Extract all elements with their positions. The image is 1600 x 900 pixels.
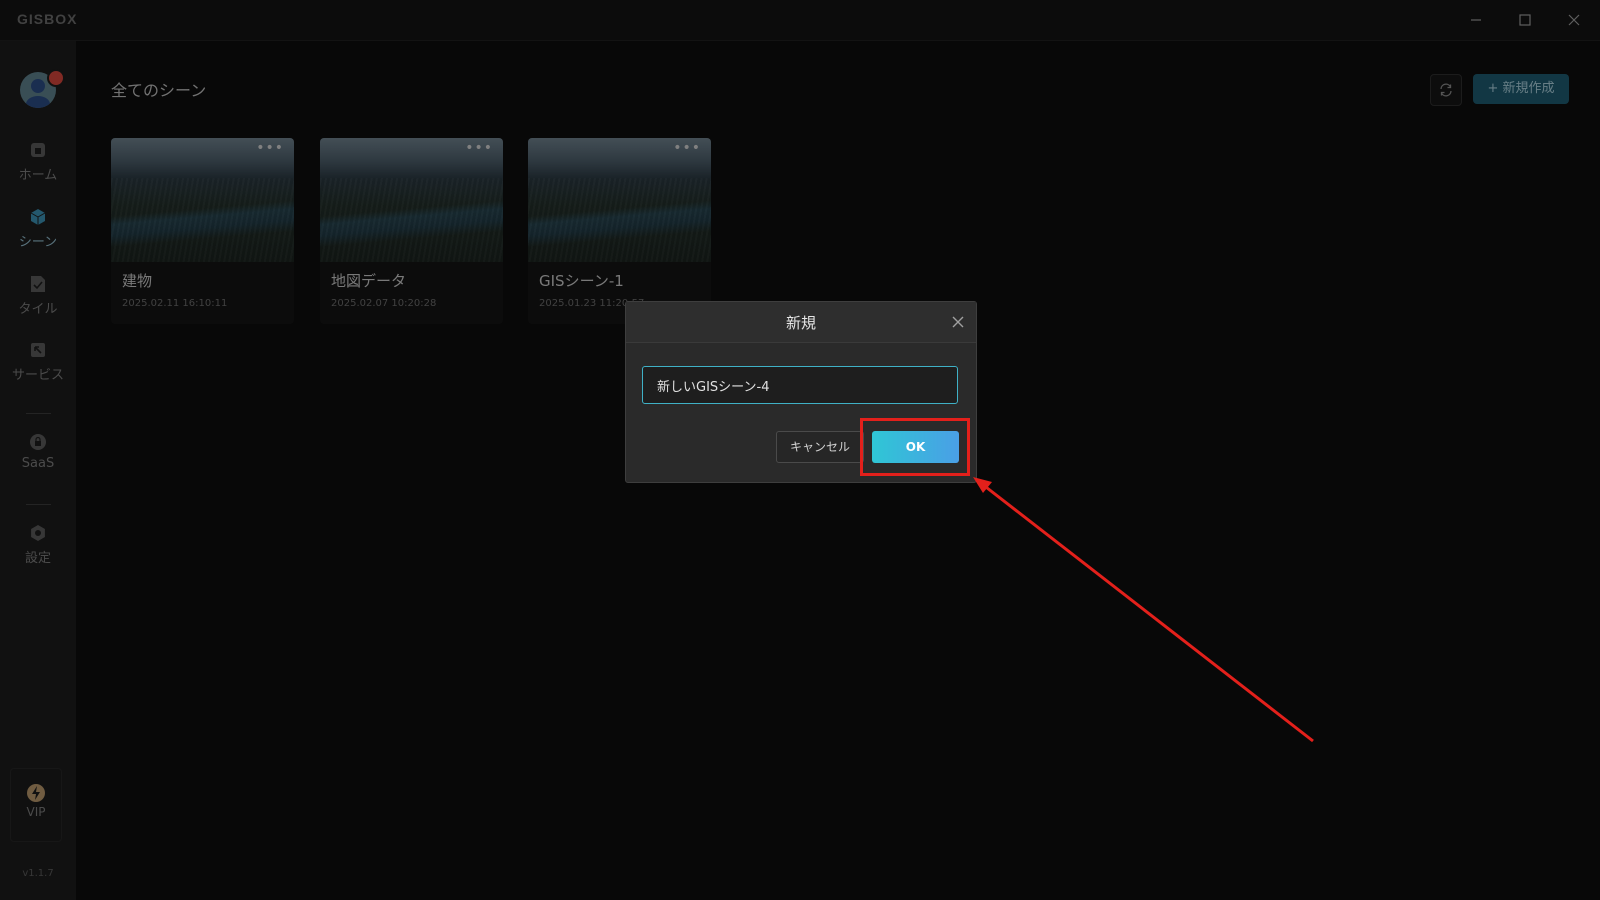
highlight-box: [860, 418, 970, 476]
scene-name-input[interactable]: [642, 366, 958, 404]
close-icon[interactable]: [950, 314, 966, 330]
dialog-title: 新規: [785, 314, 816, 332]
dialog-header: 新規: [626, 302, 976, 343]
cancel-button[interactable]: キャンセル: [776, 431, 864, 463]
